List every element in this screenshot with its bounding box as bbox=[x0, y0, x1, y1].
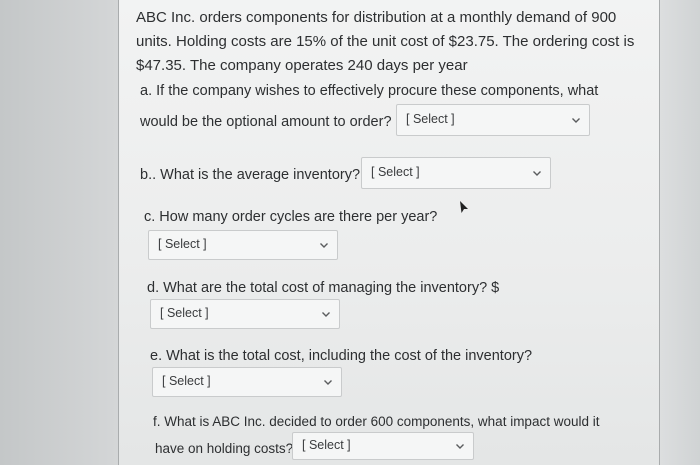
question-e-select[interactable]: [ Select ] bbox=[152, 367, 342, 397]
question-d-label: d. What are the total cost of managing t… bbox=[147, 280, 500, 296]
question-c-label: c. How many order cycles are there per y… bbox=[144, 209, 438, 225]
chevron-down-icon bbox=[324, 380, 332, 385]
chevron-down-icon bbox=[456, 444, 464, 449]
question-a-line-2: would be the optional amount to order? bbox=[140, 114, 392, 130]
mouse-pointer-icon bbox=[460, 201, 468, 213]
select-label: [ Select ] bbox=[160, 306, 209, 320]
background-right bbox=[660, 0, 700, 465]
panel-border-left bbox=[118, 0, 119, 465]
question-a-select[interactable]: [ Select ] bbox=[396, 104, 590, 136]
question-f-line-1: f. What is ABC Inc. decided to order 600… bbox=[153, 414, 600, 429]
chevron-down-icon bbox=[322, 312, 330, 317]
problem-line-3: $47.35. The company operates 240 days pe… bbox=[136, 57, 468, 74]
question-d-select[interactable]: [ Select ] bbox=[150, 299, 340, 329]
question-b-label: b.. What is the average inventory? bbox=[140, 167, 361, 183]
question-f-line-2: have on holding costs? bbox=[155, 441, 294, 456]
question-e-label: e. What is the total cost, including the… bbox=[150, 348, 533, 364]
select-label: [ Select ] bbox=[406, 112, 455, 126]
select-label: [ Select ] bbox=[371, 165, 420, 179]
select-label: [ Select ] bbox=[302, 438, 351, 452]
chevron-down-icon bbox=[572, 118, 580, 123]
problem-line-2: units. Holding costs are 15% of the unit… bbox=[136, 33, 635, 50]
question-b-select[interactable]: [ Select ] bbox=[361, 157, 551, 189]
question-a-line-1: a. If the company wishes to effectively … bbox=[140, 83, 599, 99]
select-label: [ Select ] bbox=[162, 374, 211, 388]
background-left bbox=[0, 0, 118, 465]
question-f-select[interactable]: [ Select ] bbox=[292, 432, 474, 460]
problem-line-1: ABC Inc. orders components for distribut… bbox=[136, 9, 617, 26]
question-c-select[interactable]: [ Select ] bbox=[148, 230, 338, 260]
panel-border-right bbox=[659, 0, 660, 465]
chevron-down-icon bbox=[320, 243, 328, 248]
problem-statement: ABC Inc. orders components for distribut… bbox=[136, 6, 634, 78]
select-label: [ Select ] bbox=[158, 237, 207, 251]
chevron-down-icon bbox=[533, 171, 541, 176]
